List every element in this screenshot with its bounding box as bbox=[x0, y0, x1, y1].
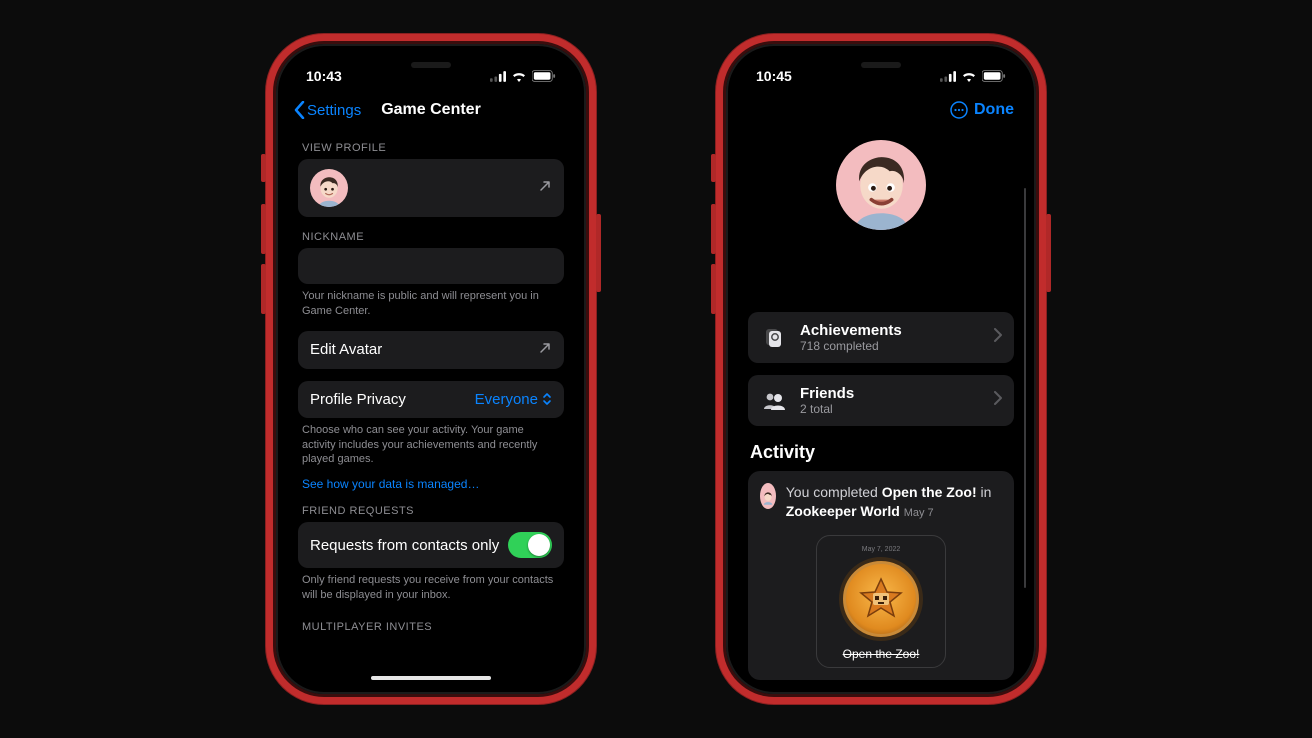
activity-date: May 7 bbox=[904, 507, 934, 519]
view-profile-row[interactable] bbox=[298, 159, 564, 217]
status-icons bbox=[940, 70, 1006, 82]
cellular-icon bbox=[940, 71, 956, 82]
requests-contacts-label: Requests from contacts only bbox=[310, 537, 499, 554]
achievements-row[interactable]: Achievements 718 completed bbox=[748, 312, 1014, 363]
status-time: 10:45 bbox=[756, 68, 792, 84]
volume-up-button bbox=[261, 204, 266, 254]
nickname-footer: Your nickname is public and will represe… bbox=[302, 289, 560, 319]
badge-icon bbox=[839, 557, 923, 641]
section-multiplayer: MULTIPLAYER INVITES bbox=[302, 621, 560, 633]
profile-header bbox=[748, 140, 1014, 230]
settings-content: VIEW PROFILE NICKNAME Your nickn bbox=[284, 128, 578, 686]
friends-icon bbox=[760, 391, 788, 411]
badge-title: Open the Zoo! bbox=[843, 647, 920, 661]
volume-down-button bbox=[261, 264, 266, 314]
profile-privacy-value[interactable]: Everyone bbox=[475, 391, 552, 408]
power-button bbox=[596, 214, 601, 292]
open-icon bbox=[538, 341, 552, 359]
avatar bbox=[310, 169, 348, 207]
done-label: Done bbox=[974, 101, 1014, 119]
privacy-footer: Choose who can see your activity. Your g… bbox=[302, 423, 560, 468]
back-label: Settings bbox=[307, 102, 361, 119]
friends-sub: 2 total bbox=[800, 402, 982, 416]
memoji-icon bbox=[841, 149, 922, 230]
activity-heading: Activity bbox=[750, 442, 1012, 463]
edit-avatar-row[interactable]: Edit Avatar bbox=[298, 331, 564, 369]
section-nickname: NICKNAME bbox=[302, 231, 560, 243]
wifi-icon bbox=[511, 70, 527, 82]
sort-icon bbox=[542, 392, 552, 406]
activity-text: You completed Open the Zoo! in Zookeeper… bbox=[760, 483, 1002, 521]
requests-contacts-row[interactable]: Requests from contacts only bbox=[298, 522, 564, 568]
back-button[interactable]: Settings bbox=[294, 101, 361, 119]
power-button bbox=[1046, 214, 1051, 292]
home-indicator[interactable] bbox=[371, 676, 491, 680]
section-friend-requests: FRIEND REQUESTS bbox=[302, 505, 560, 517]
privacy-value-text: Everyone bbox=[475, 391, 538, 408]
volume-up-button bbox=[711, 204, 716, 254]
achievements-icon bbox=[760, 327, 788, 349]
requests-toggle[interactable] bbox=[508, 532, 552, 558]
nickname-input[interactable] bbox=[298, 248, 564, 284]
status-icons bbox=[490, 70, 556, 82]
volume-down-button bbox=[711, 264, 716, 314]
profile-privacy-row[interactable]: Profile Privacy Everyone bbox=[298, 381, 564, 418]
activity-card[interactable]: You completed Open the Zoo! in Zookeeper… bbox=[748, 471, 1014, 680]
achievements-title: Achievements bbox=[800, 322, 982, 339]
mute-switch bbox=[711, 154, 716, 182]
phone-profile: 10:45 Done bbox=[726, 44, 1036, 694]
activity-prefix: You completed bbox=[786, 484, 882, 500]
chevron-left-icon bbox=[294, 101, 305, 119]
open-icon bbox=[538, 179, 552, 197]
screen-settings: 10:43 Settings Game Center VIEW PROFILE bbox=[284, 52, 578, 686]
data-managed-link[interactable]: See how your data is managed… bbox=[302, 477, 560, 491]
chevron-right-icon bbox=[994, 328, 1002, 347]
done-button[interactable]: Done bbox=[950, 101, 1014, 119]
screen-profile: 10:45 Done bbox=[734, 52, 1028, 686]
memoji-icon bbox=[761, 486, 775, 509]
scroll-indicator[interactable] bbox=[1024, 188, 1026, 588]
friends-title: Friends bbox=[800, 385, 982, 402]
nav-bar: Done bbox=[734, 92, 1028, 128]
achievement-badge[interactable]: May 7, 2022 Open the Zoo! bbox=[816, 535, 946, 668]
avatar-small bbox=[760, 483, 776, 509]
requests-footer: Only friend requests you receive from yo… bbox=[302, 573, 560, 603]
battery-icon bbox=[532, 70, 556, 82]
avatar-large[interactable] bbox=[836, 140, 926, 230]
section-view-profile: VIEW PROFILE bbox=[302, 142, 560, 154]
memoji-icon bbox=[312, 173, 346, 207]
badge-date: May 7, 2022 bbox=[862, 546, 901, 553]
page-title: Game Center bbox=[381, 101, 481, 119]
notch bbox=[817, 52, 945, 78]
achievements-sub: 718 completed bbox=[800, 339, 982, 353]
friends-row[interactable]: Friends 2 total bbox=[748, 375, 1014, 426]
wifi-icon bbox=[961, 70, 977, 82]
notch bbox=[367, 52, 495, 78]
activity-achievement: Open the Zoo! bbox=[882, 484, 977, 500]
phone-settings: 10:43 Settings Game Center VIEW PROFILE bbox=[276, 44, 586, 694]
activity-game: Zookeeper World bbox=[786, 503, 900, 519]
mute-switch bbox=[261, 154, 266, 182]
nav-bar: Settings Game Center bbox=[284, 92, 578, 128]
cellular-icon bbox=[490, 71, 506, 82]
edit-avatar-label: Edit Avatar bbox=[310, 341, 382, 358]
status-time: 10:43 bbox=[306, 68, 342, 84]
activity-mid: in bbox=[977, 484, 992, 500]
profile-privacy-label: Profile Privacy bbox=[310, 391, 406, 408]
profile-content: Achievements 718 completed Friends 2 tot… bbox=[734, 128, 1028, 686]
battery-icon bbox=[982, 70, 1006, 82]
chevron-right-icon bbox=[994, 391, 1002, 410]
more-icon bbox=[950, 101, 968, 119]
